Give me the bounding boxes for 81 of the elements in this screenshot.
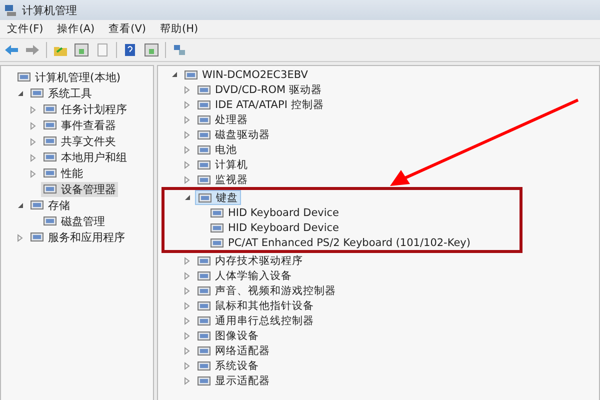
device-icon [197,314,211,326]
tree-item[interactable]: 显示适配器 [195,373,272,388]
device-icon [197,330,211,342]
tree-item[interactable]: WIN-DCMO2EC3EBV [182,67,310,82]
tree-item[interactable]: 磁盘管理 [41,214,107,228]
tree-item[interactable]: 处理器 [195,112,250,127]
tree-item[interactable]: DVD/CD-ROM 驱动器 [195,82,324,97]
tree-item[interactable]: 设备管理器 [41,182,118,196]
tree-item[interactable]: 本地用户和组 [41,150,129,164]
tree-item[interactable]: 键盘 [195,190,241,205]
menu-item[interactable]: 帮助(H) [155,21,204,37]
tree-item[interactable]: HID Keyboard Device [208,205,342,220]
window-title: 计算机管理 [22,2,77,18]
device-icon [197,98,211,110]
document-icon[interactable] [95,43,110,57]
tree-item[interactable]: 服务和应用程序 [28,230,127,244]
tree-item[interactable]: 电池 [195,142,239,157]
device-icon [43,151,57,163]
tree-item[interactable]: 共享文件夹 [41,134,118,148]
tree-item[interactable]: 计算机管理(本地) [15,70,123,84]
device-icon [30,199,44,211]
device-icon [197,300,211,312]
help-icon[interactable] [123,43,138,57]
device-icon [197,174,211,186]
device-icon [198,192,212,204]
forward-arrow-icon[interactable] [25,43,40,57]
panel-icon[interactable] [144,43,159,57]
device-icon [197,254,211,266]
device-icon [30,231,44,243]
device-icon [43,183,57,195]
tree-item[interactable]: 性能 [41,166,85,180]
back-arrow-icon[interactable] [4,43,19,57]
device-icon [197,128,211,140]
expand-arrow-icon[interactable] [183,193,192,202]
device-icon [197,144,211,156]
panel-icon[interactable] [74,43,89,57]
expand-arrow-icon[interactable] [16,200,25,210]
device-icon [197,284,211,296]
device-icon [17,71,31,83]
menu-item[interactable]: 查看(V) [104,21,152,37]
tree-item[interactable]: PC/AT Enhanced PS/2 Keyboard (101/102-Key) [208,235,472,250]
tree-item[interactable]: HID Keyboard Device [208,220,342,235]
device-icon [197,360,211,372]
tree-item[interactable]: 人体学输入设备 [195,268,294,283]
tree-item[interactable]: IDE ATA/ATAPI 控制器 [195,97,326,112]
expand-arrow-icon[interactable] [16,88,25,98]
device-icon [210,206,224,218]
tree-item[interactable]: 通用串行总线控制器 [195,313,316,328]
tree-item[interactable]: 系统工具 [28,86,94,100]
tree-item[interactable]: 存储 [28,198,72,212]
device-icon [197,270,211,282]
tree-item[interactable]: 事件查看器 [41,118,118,132]
menu-item[interactable]: 文件(F) [2,21,48,37]
tree-item[interactable]: 系统设备 [195,358,261,373]
tree-item[interactable]: 声音、视频和游戏控制器 [195,283,338,298]
tree-item[interactable]: 磁盘驱动器 [195,127,272,142]
tree-item[interactable]: 图像设备 [195,328,261,343]
tree-item[interactable]: 内存技术驱动程序 [195,253,305,268]
device-icon [197,374,211,386]
device-icon [43,103,57,115]
device-icon [197,344,211,356]
tree-item[interactable]: 任务计划程序 [41,102,129,116]
device-icon [210,236,224,248]
network-icon[interactable] [172,43,187,57]
expand-arrow-icon[interactable] [170,70,179,79]
device-icon [184,68,198,80]
device-icon [30,87,44,99]
device-icon [197,158,211,170]
device-icon [43,135,57,147]
device-icon [43,119,57,131]
computer-management-icon [4,4,17,16]
menu-item[interactable]: 操作(A) [52,21,100,37]
tree-item[interactable]: 网络适配器 [195,343,272,358]
tree-item[interactable]: 计算机 [195,157,250,172]
device-icon [197,84,211,96]
device-icon [210,222,224,234]
device-icon [197,114,211,126]
device-icon [43,167,57,179]
device-icon [43,215,57,227]
tree-item[interactable]: 鼠标和其他指针设备 [195,298,316,313]
tree-item[interactable]: 监视器 [195,172,250,187]
